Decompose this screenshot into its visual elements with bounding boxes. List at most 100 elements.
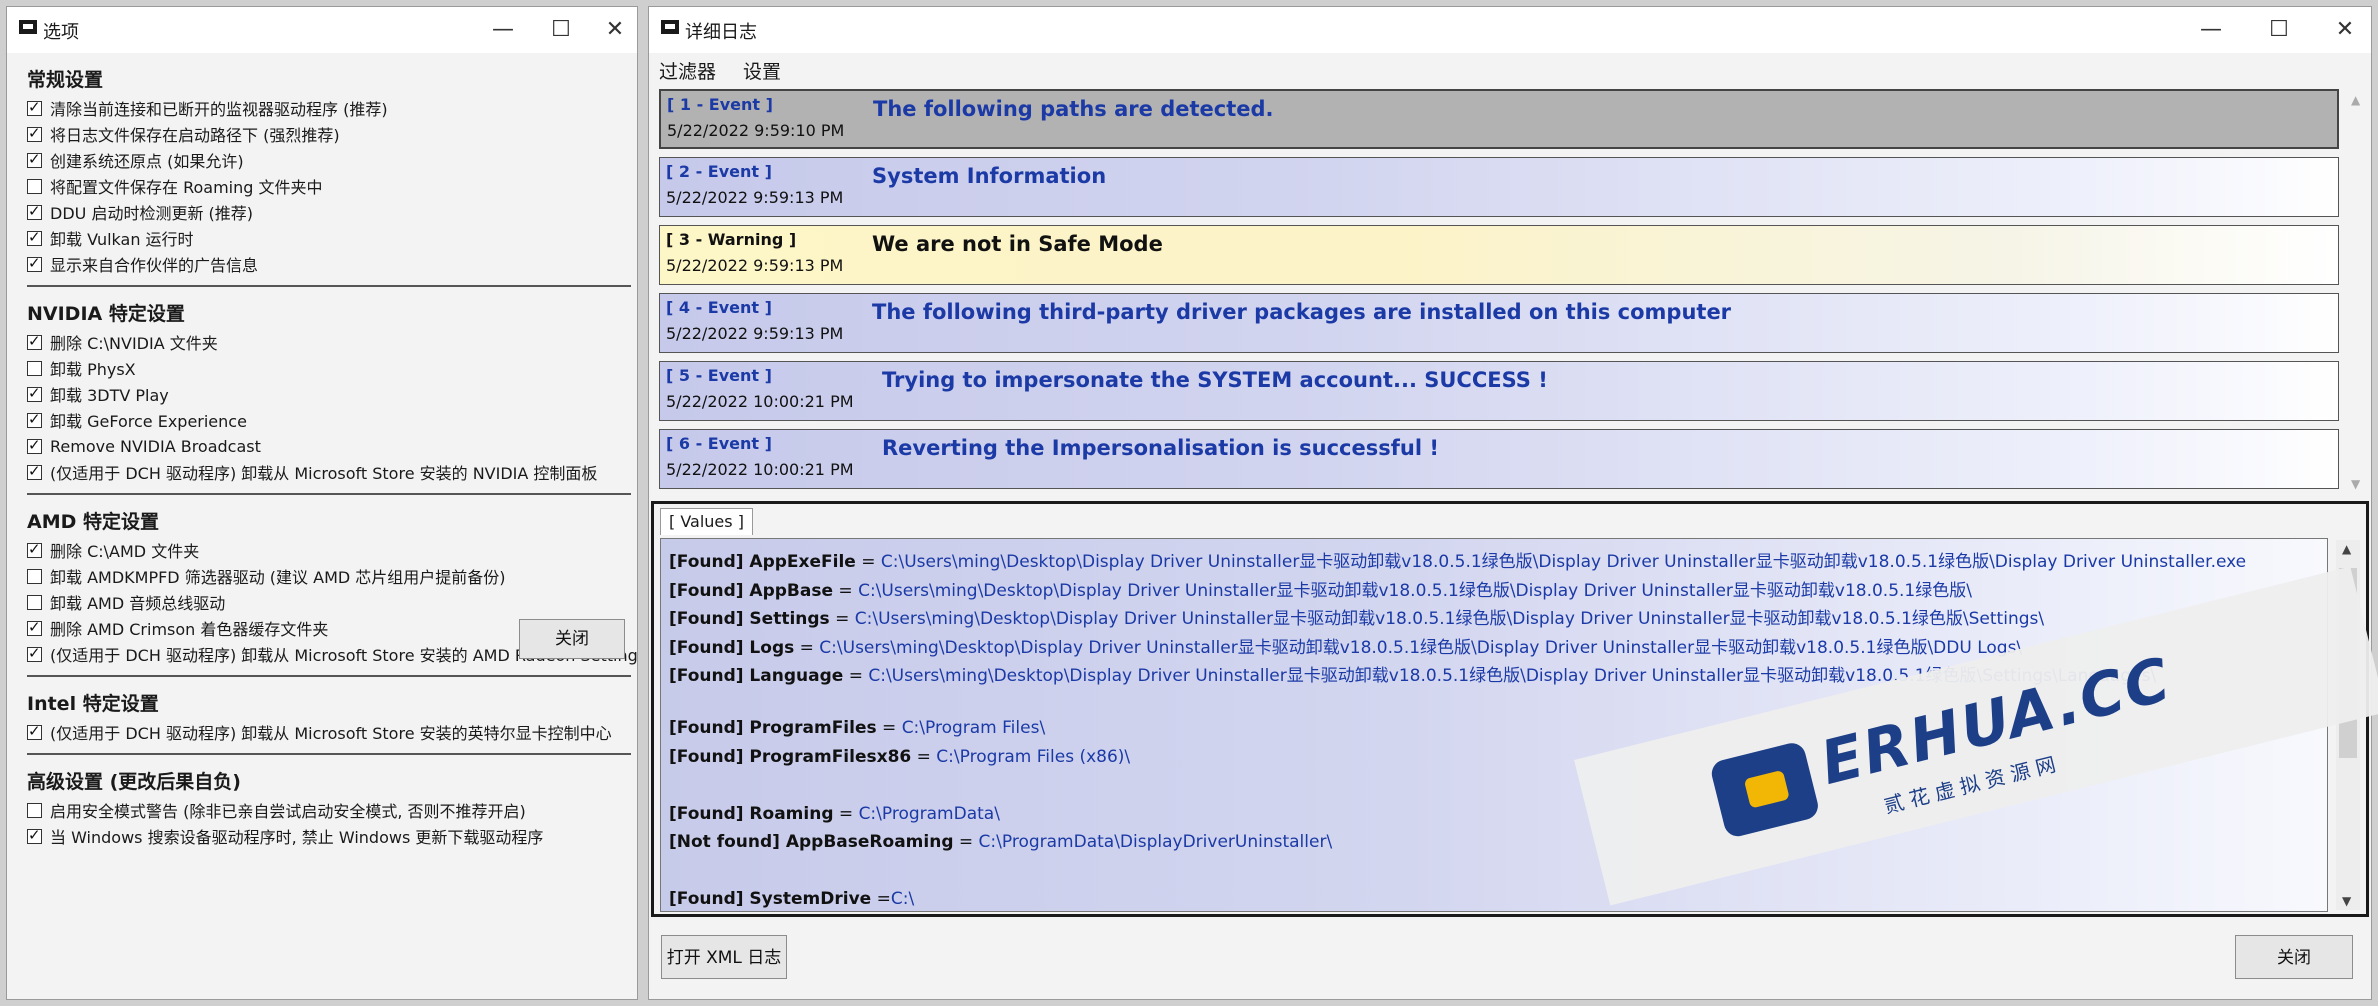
option-checkbox-row[interactable]: 卸载 Vulkan 运行时	[27, 225, 194, 251]
option-checkbox-row[interactable]: 显示来自合作伙伴的广告信息	[27, 251, 258, 277]
log-titlebar: 详细日志 — ☐ ✕	[649, 7, 2371, 53]
scroll-down-icon[interactable]: ▼	[2351, 477, 2360, 491]
checkbox[interactable]	[27, 98, 42, 116]
checkbox-label: 卸载 AMDKMPFD 筛选器驱动 (建议 AMD 芯片组用户提前备份)	[50, 568, 506, 587]
event-timestamp: 5/22/2022 9:59:13 PM	[666, 256, 844, 275]
checkbox[interactable]	[27, 384, 42, 402]
section-title: NVIDIA 特定设置	[27, 303, 185, 325]
checkbox[interactable]	[27, 124, 42, 142]
value-separator: =	[953, 832, 979, 852]
scroll-up-icon[interactable]: ▲	[2342, 542, 2351, 556]
option-checkbox-row[interactable]: 当 Windows 搜索设备驱动程序时, 禁止 Windows 更新下载驱动程序	[27, 823, 543, 849]
close-icon[interactable]: ✕	[593, 13, 637, 47]
open-xml-log-button[interactable]: 打开 XML 日志	[661, 935, 787, 979]
menu-settings[interactable]: 设置	[743, 57, 781, 84]
value-separator: =	[833, 580, 859, 601]
checkbox[interactable]	[27, 618, 42, 636]
minimize-icon[interactable]: —	[481, 13, 525, 47]
checkbox[interactable]	[27, 436, 42, 454]
event-list-scrollbar[interactable]: ▲ ▼	[2349, 89, 2367, 493]
checkbox[interactable]	[27, 150, 42, 168]
checkbox[interactable]	[27, 228, 42, 246]
checkbox[interactable]	[27, 722, 42, 740]
options-window: 选项 — ☐ ✕ 常规设置清除当前连接和已断开的监视器驱动程序 (推荐) 将日志文…	[6, 6, 638, 1000]
option-checkbox-row[interactable]: 删除 AMD Crimson 着色器缓存文件夹	[27, 615, 328, 641]
event-row[interactable]: [ 4 - Event ] 5/22/2022 9:59:13 PM The fol…	[659, 293, 2339, 353]
option-checkbox-row[interactable]: DDU 启动时检测更新 (推荐)	[27, 199, 253, 225]
option-checkbox-row[interactable]: 创建系统还原点 (如果允许)	[27, 147, 244, 173]
values-tab[interactable]: [ Values ]	[660, 508, 753, 535]
event-list: [ 1 - Event ] 5/22/2022 9:59:10 PM The fol…	[659, 89, 2341, 495]
event-type: [ 2 - Event ]	[666, 162, 772, 181]
option-checkbox-row[interactable]: 将配置文件保存在 Roaming 文件夹中	[27, 173, 323, 199]
menu-filter[interactable]: 过滤器	[659, 57, 716, 84]
checkbox[interactable]	[27, 802, 42, 818]
checkbox[interactable]	[27, 360, 42, 376]
value-key: [Not found] AppBaseRoaming	[669, 832, 954, 852]
scroll-down-icon[interactable]: ▼	[2342, 894, 2351, 908]
option-checkbox-row[interactable]: 卸载 3DTV Play	[27, 381, 169, 407]
brand-suffix: .CC	[2047, 644, 2179, 741]
checkbox[interactable]	[27, 644, 42, 662]
option-checkbox-row[interactable]: 卸载 AMD 音频总线驱动	[27, 589, 225, 615]
value-path: C:\Program Files\	[901, 718, 1046, 738]
event-message: Trying to impersonate the SYSTEM account…	[882, 368, 1548, 392]
log-close-button[interactable]: 关闭	[2235, 935, 2353, 979]
checkbox[interactable]	[27, 410, 42, 428]
event-message: We are not in Safe Mode	[872, 232, 1163, 256]
checkbox[interactable]	[27, 202, 42, 220]
checkbox-label: 卸载 PhysX	[50, 360, 136, 379]
value-path: C:\Users\ming\Desktop\Display Driver Uni…	[819, 637, 2023, 658]
checkbox[interactable]	[27, 568, 42, 584]
value-separator: =	[833, 803, 859, 824]
minimize-icon[interactable]: —	[2189, 13, 2233, 47]
close-icon[interactable]: ✕	[2323, 13, 2367, 47]
maximize-icon[interactable]: ☐	[2257, 13, 2301, 47]
option-checkbox-row[interactable]: 卸载 PhysX	[27, 355, 136, 381]
value-key: [Found] AppExeFile	[669, 552, 856, 572]
checkbox[interactable]	[27, 540, 42, 558]
event-row[interactable]: [ 2 - Event ] 5/22/2022 9:59:13 PM System …	[659, 157, 2339, 217]
value-line: [Found] SystemDrive =C:\	[669, 889, 914, 909]
checkbox-label: 创建系统还原点 (如果允许)	[50, 152, 244, 171]
event-row[interactable]: [ 6 - Event ] 5/22/2022 10:00:21 PM Revert…	[659, 429, 2339, 489]
event-message: System Information	[872, 164, 1107, 188]
checkbox[interactable]	[27, 178, 42, 194]
event-row[interactable]: [ 1 - Event ] 5/22/2022 9:59:10 PM The fol…	[659, 89, 2339, 149]
event-message: The following paths are detected.	[873, 97, 1274, 121]
checkbox-label: DDU 启动时检测更新 (推荐)	[50, 204, 254, 223]
option-checkbox-row[interactable]: Remove NVIDIA Broadcast	[27, 433, 261, 459]
checkbox-label: Remove NVIDIA Broadcast	[50, 436, 261, 456]
checkbox[interactable]	[27, 254, 42, 272]
checkbox-label: 显示来自合作伙伴的广告信息	[50, 256, 259, 275]
option-checkbox-row[interactable]: 启用安全模式警告 (除非已亲自尝试启动安全模式, 否则不推荐开启)	[27, 797, 526, 823]
value-key: [Found] SystemDrive	[669, 889, 872, 909]
option-checkbox-row[interactable]: 卸载 AMDKMPFD 筛选器驱动 (建议 AMD 芯片组用户提前备份)	[27, 563, 506, 589]
options-close-button[interactable]: 关闭	[519, 619, 625, 659]
value-key: [Found] Logs	[669, 637, 795, 658]
option-checkbox-row[interactable]: 清除当前连接和已断开的监视器驱动程序 (推荐)	[27, 95, 388, 121]
option-checkbox-row[interactable]: (仅适用于 DCH 驱动程序) 卸载从 Microsoft Store 安装的 …	[27, 459, 597, 485]
checkbox[interactable]	[27, 332, 42, 350]
scroll-up-icon[interactable]: ▲	[2351, 93, 2360, 107]
value-separator: =	[855, 552, 881, 572]
option-checkbox-row[interactable]: 删除 C:\AMD 文件夹	[27, 537, 199, 563]
checkbox-label: 将配置文件保存在 Roaming 文件夹中	[50, 178, 323, 197]
checkbox[interactable]	[27, 462, 42, 480]
event-row[interactable]: [ 3 - Warning ] 5/22/2022 9:59:13 PM We ar…	[659, 225, 2339, 285]
value-line: [Found] Roaming = C:\ProgramData\	[669, 804, 1000, 824]
option-checkbox-row[interactable]: (仅适用于 DCH 驱动程序) 卸载从 Microsoft Store 安装的英…	[27, 719, 612, 745]
option-checkbox-row[interactable]: 将日志文件保存在启动路径下 (强烈推荐)	[27, 121, 340, 147]
value-path: C:\	[890, 889, 915, 909]
maximize-icon[interactable]: ☐	[539, 13, 583, 47]
section-title: 常规设置	[27, 69, 104, 91]
checkbox-label: 启用安全模式警告 (除非已亲自尝试启动安全模式, 否则不推荐开启)	[50, 802, 526, 821]
event-row[interactable]: [ 5 - Event ] 5/22/2022 10:00:21 PM Trying…	[659, 361, 2339, 421]
event-timestamp: 5/22/2022 10:00:21 PM	[666, 392, 854, 411]
options-titlebar: 选项 — ☐ ✕	[7, 7, 637, 53]
option-checkbox-row[interactable]: 删除 C:\NVIDIA 文件夹	[27, 329, 218, 355]
checkbox[interactable]	[27, 826, 42, 844]
option-checkbox-row[interactable]: 卸载 GeForce Experience	[27, 407, 247, 433]
checkbox-label: 卸载 GeForce Experience	[50, 412, 247, 431]
checkbox[interactable]	[27, 594, 42, 610]
